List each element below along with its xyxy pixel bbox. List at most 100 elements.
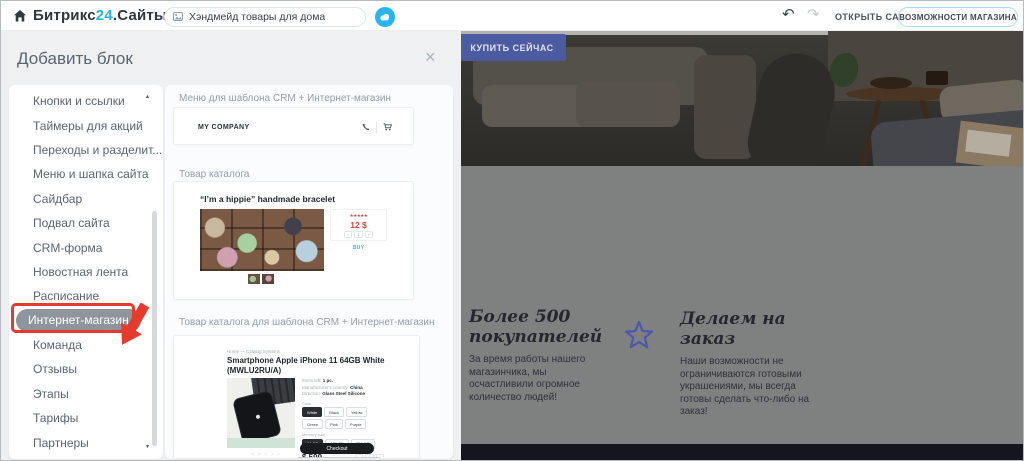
home-icon[interactable] bbox=[13, 9, 27, 28]
color-chip-purple[interactable]: Purple bbox=[345, 419, 367, 429]
block-preview-menu[interactable]: MY COMPANY bbox=[173, 107, 414, 145]
category-item-reviews[interactable]: Отзывы bbox=[9, 357, 163, 381]
category-item-buttons-links[interactable]: Кнопки и ссылки bbox=[9, 89, 163, 113]
bitrix-cloud-button[interactable] bbox=[375, 7, 395, 27]
cloud-icon bbox=[379, 8, 391, 26]
buy-button[interactable]: BUY bbox=[330, 245, 387, 251]
topbar-divider bbox=[154, 9, 155, 23]
redo-icon[interactable]: ↷ bbox=[807, 5, 820, 23]
category-item-team[interactable]: Команда bbox=[9, 333, 163, 357]
feature-text: Наши возможности не ограничиваются готов… bbox=[680, 356, 822, 419]
product-title: “I’m a hippie” handmade bracelet bbox=[200, 194, 335, 204]
undo-icon[interactable]: ↶ bbox=[782, 5, 795, 23]
product-photo bbox=[200, 209, 324, 271]
mint-strip bbox=[227, 438, 295, 448]
feature-column-custom: Делаем на заказ Наши возможности не огра… bbox=[680, 309, 822, 419]
scroll-down-icon[interactable]: ▾ bbox=[146, 443, 149, 450]
color-options: White Black Yellow Green Pink Purple bbox=[302, 407, 382, 429]
color-chip-yellow[interactable]: Yellow bbox=[346, 407, 367, 417]
site-image-icon bbox=[173, 8, 183, 26]
star-icon bbox=[624, 320, 654, 351]
feature-heading: Более 500 покупателей bbox=[469, 307, 604, 347]
block-label-catalog-item-crm: Товар каталога для шаблона CRM + Интерне… bbox=[179, 317, 434, 328]
color-chip-pink[interactable]: Pink bbox=[325, 419, 343, 429]
feature-column-buyers: Более 500 покупателей За время работы на… bbox=[469, 307, 604, 404]
category-list-card: Кнопки и ссылки Таймеры для акций Перехо… bbox=[9, 85, 163, 459]
product-price: 12 $ bbox=[350, 220, 367, 230]
block-preview-catalog-item[interactable]: “I’m a hippie” handmade bracelet ★★★★★ 1… bbox=[173, 181, 414, 300]
category-item-partners[interactable]: Партнеры bbox=[9, 430, 163, 454]
hero-photo: КУПИТЬ СЕЙЧАС bbox=[458, 31, 1024, 166]
topbar: Битрикс24.Сайты Хэндмейд товары для дома… bbox=[1, 1, 1023, 31]
block-label-menu: Меню для шаблона CRM + Интернет-магазин bbox=[179, 93, 391, 104]
color-chip-black[interactable]: Black bbox=[324, 407, 344, 417]
app-window: Битрикс24.Сайты Хэндмейд товары для дома… bbox=[0, 0, 1024, 461]
feature-text: За время работы нашего магазинчика, мы о… bbox=[469, 354, 604, 404]
spec-row: Direction: Glass Steel Silicone bbox=[302, 391, 388, 398]
brand-logo[interactable]: Битрикс24.Сайты bbox=[33, 7, 167, 24]
category-item-tariffs[interactable]: Тарифы bbox=[9, 406, 163, 430]
category-scrollbar[interactable] bbox=[152, 211, 157, 446]
tray-shape bbox=[956, 121, 1024, 166]
selected-category-pill: Интернет-магазин bbox=[16, 309, 141, 332]
phone-product-photo bbox=[227, 378, 295, 448]
color-chip-green[interactable]: Green bbox=[302, 419, 323, 429]
color-chip-white[interactable]: White bbox=[302, 407, 322, 417]
minus-icon[interactable]: − bbox=[344, 231, 352, 238]
breadcrumb: Home — Catalog Systems bbox=[227, 349, 280, 354]
phone-product-title: Smartphone Apple iPhone 11 64GB White (M… bbox=[227, 356, 387, 375]
category-item-stages[interactable]: Этапы bbox=[9, 382, 163, 406]
category-item-menu-header[interactable]: Меню и шапка сайта bbox=[9, 162, 163, 186]
category-item-timers[interactable]: Таймеры для акций bbox=[9, 113, 163, 137]
memory-label: Memory size bbox=[302, 432, 388, 437]
close-icon[interactable]: × bbox=[425, 48, 436, 66]
bowl-shape bbox=[870, 77, 912, 89]
brand-part1: Битрикс bbox=[33, 7, 96, 24]
category-item-footer[interactable]: Подвал сайта bbox=[9, 211, 163, 235]
site-name-input[interactable]: Хэндмейд товары для дома bbox=[164, 7, 366, 27]
category-item-sidebar[interactable]: Сайдбар bbox=[9, 187, 163, 211]
book-shape bbox=[965, 130, 1011, 157]
category-list: Кнопки и ссылки Таймеры для акций Перехо… bbox=[9, 89, 163, 455]
block-label-catalog-item: Товар каталога bbox=[179, 169, 249, 180]
plus-icon[interactable]: + bbox=[365, 231, 373, 238]
quantity-stepper[interactable]: − 1 + bbox=[344, 231, 373, 238]
rating-stars-icon: ★★★★★ bbox=[350, 213, 368, 219]
feature-heading: Делаем на заказ bbox=[680, 309, 822, 349]
phone-icon bbox=[362, 118, 370, 136]
thumbnail-1[interactable] bbox=[248, 274, 260, 284]
category-item-online-store[interactable]: Интернет-магазин bbox=[9, 309, 163, 333]
menu-icons bbox=[362, 108, 392, 146]
category-item-transitions[interactable]: Переходы и разделит... bbox=[9, 138, 163, 162]
category-item-crm-form[interactable]: CRM-форма bbox=[9, 235, 163, 259]
add-to-cart-button[interactable]: Add to Cart & Continue Shopping bbox=[294, 457, 382, 459]
checkout-button[interactable]: Checkout bbox=[300, 443, 374, 454]
block-preview-catalog-item-crm[interactable]: Home — Catalog Systems Smartphone Apple … bbox=[173, 335, 420, 459]
photo-thumbnails[interactable] bbox=[248, 274, 274, 284]
cushion-shape bbox=[576, 81, 680, 127]
site-preview: КУПИТЬ СЕЙЧАС Более 500 покупателей За в… bbox=[458, 31, 1024, 461]
panel-title: Добавить блок bbox=[17, 49, 133, 69]
shop-features-button[interactable]: ВОЗМОЖНОСТИ МАГАЗИНА bbox=[898, 7, 1018, 27]
site-name-value: Хэндмейд товары для дома bbox=[189, 11, 325, 23]
site-footer-bar bbox=[458, 444, 1024, 461]
quantity-value: 1 bbox=[354, 231, 362, 238]
add-block-panel: Добавить блок × Кнопки и ссылки Таймеры … bbox=[1, 31, 461, 461]
block-previews-card: Меню для шаблона CRM + Интернет-магазин … bbox=[165, 85, 453, 459]
cart-icon bbox=[383, 118, 392, 136]
scroll-up-icon[interactable]: ▴ bbox=[146, 93, 149, 100]
category-item-schedule[interactable]: Расписание bbox=[9, 284, 163, 308]
carousel-dots[interactable]: • • • • • bbox=[252, 451, 281, 456]
thumbnail-2[interactable] bbox=[262, 274, 274, 284]
brand-part2: 24 bbox=[96, 7, 113, 24]
company-logo-text: MY COMPANY bbox=[198, 108, 250, 146]
buy-now-button[interactable]: КУПИТЬ СЕЙЧАС bbox=[458, 34, 566, 61]
clock-shape bbox=[926, 71, 948, 85]
category-item-news-feed[interactable]: Новостная лента bbox=[9, 260, 163, 284]
apple-logo-dot bbox=[256, 414, 261, 419]
brand-part3: .Сайты bbox=[113, 7, 167, 24]
features-section: Более 500 покупателей За время работы на… bbox=[458, 166, 1024, 444]
icon-divider bbox=[376, 122, 377, 133]
chair-shape bbox=[742, 46, 842, 166]
product-price-box: ★★★★★ 12 $ − 1 + bbox=[330, 209, 387, 241]
